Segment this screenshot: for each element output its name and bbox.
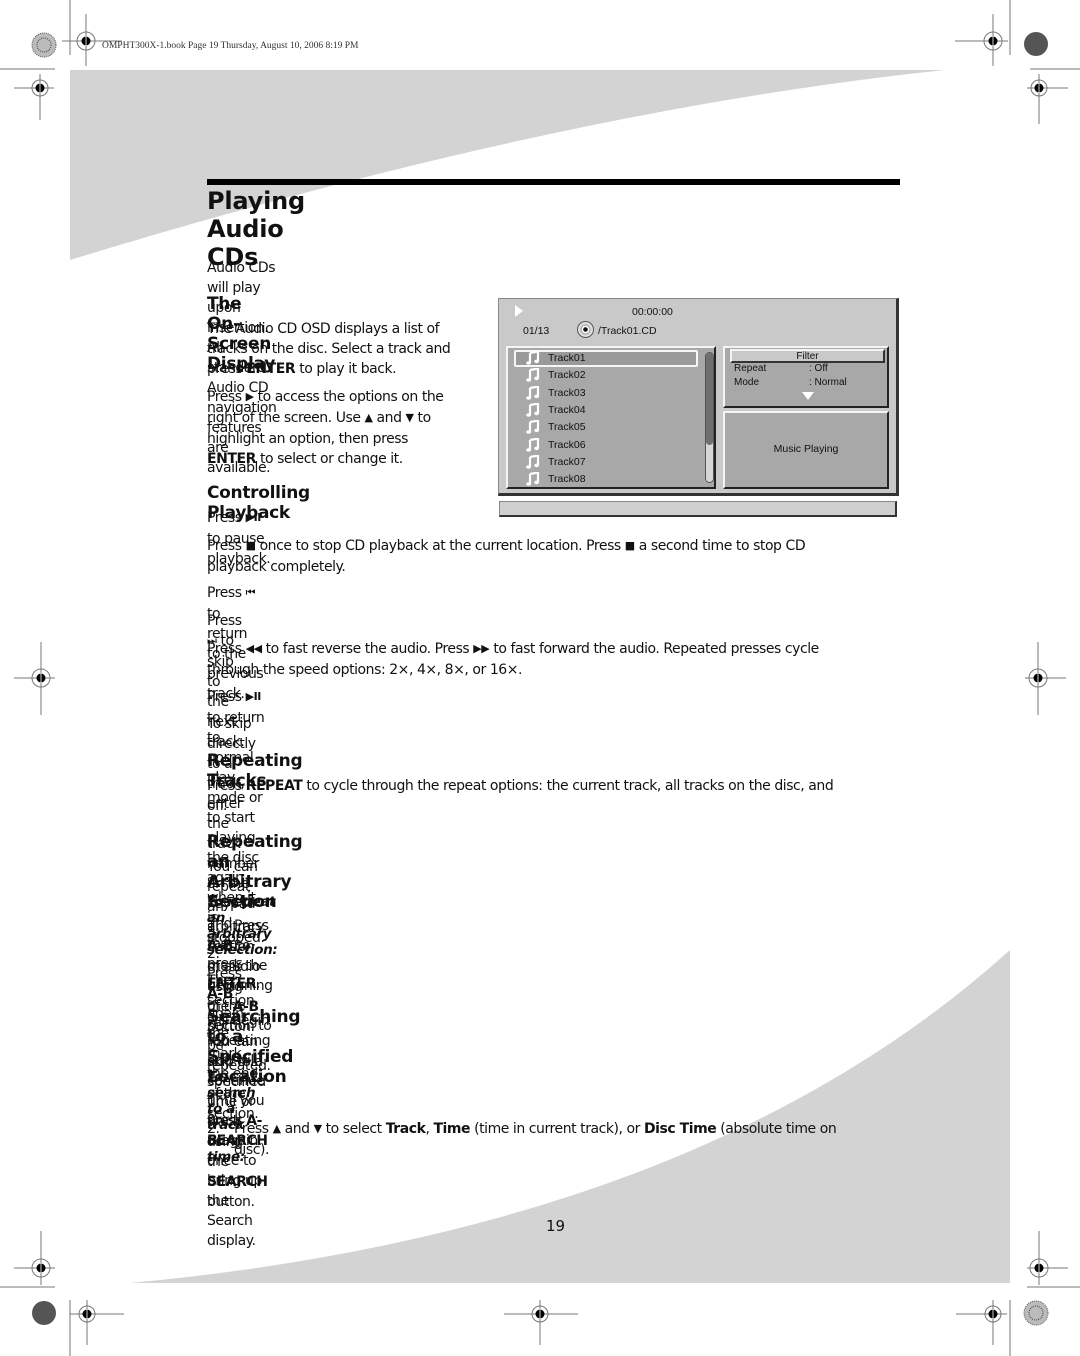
track-list-item[interactable]: Track01 (514, 350, 698, 367)
right-arrow-icon: ▶ (245, 390, 254, 403)
track-name: Track05 (548, 421, 586, 434)
track-name: Track06 (548, 438, 586, 451)
track-list-item[interactable]: Track02 (514, 367, 698, 384)
music-note-icon (526, 436, 540, 452)
osd-screenshot: 00:00:00 01/13 /Track01.CD Track01 Track0… (498, 298, 899, 496)
fast-forward-instruction: Press ◀◀ to fast reverse the audio. Pres… (207, 641, 819, 678)
track-path: /Track01.CD (598, 325, 657, 337)
filter-button[interactable]: Filter (730, 349, 885, 363)
playback-status: Music Playing (723, 411, 889, 489)
search-step-2: 2. Press ▲ and ▼ to select Track, Time (t… (207, 1121, 837, 1158)
play-pause-icon: ▶II (245, 690, 262, 703)
down-arrow-icon: ▼ (313, 1122, 322, 1135)
music-note-icon (526, 453, 540, 469)
fast-forward-icon: ▶▶ (473, 642, 490, 655)
title-rule (207, 179, 900, 185)
repeat-instruction: Press REPEAT to cycle through the repeat… (207, 778, 834, 814)
previous-track-icon: ⏮ (245, 586, 256, 599)
track-name: Track04 (548, 403, 586, 416)
track-list: Track01 Track02 Track03 Track04 Track05 Track… (506, 346, 716, 489)
osd-info-bar (499, 501, 897, 517)
disc-icon (577, 321, 594, 338)
track-list-item[interactable]: Track03 (514, 384, 698, 402)
option-repeat-value[interactable]: : Off (809, 363, 828, 374)
music-note-icon (526, 350, 540, 365)
stop-instruction: Press ■ once to stop CD playback at the … (207, 538, 806, 575)
track-name: Track07 (548, 455, 586, 468)
play-pause-icon: ▶II (245, 511, 262, 524)
option-mode-value[interactable]: : Normal (809, 377, 847, 388)
track-list-item[interactable]: Track07 (514, 453, 698, 471)
book-file-header: OMPHT300X-1.book Page 19 Thursday, Augus… (102, 41, 359, 51)
track-counter: 01/13 (523, 325, 550, 337)
music-note-icon (526, 419, 540, 434)
track-list-item[interactable]: Track04 (514, 402, 698, 419)
up-arrow-icon: ▲ (364, 411, 373, 424)
track-list-item[interactable]: Track06 (514, 436, 698, 454)
track-list-scrollbar[interactable] (705, 352, 714, 483)
track-name: Track01 (548, 352, 586, 364)
music-note-icon (526, 402, 540, 417)
up-arrow-icon: ▲ (272, 1122, 281, 1135)
track-name: Track02 (548, 369, 586, 382)
track-list-item[interactable]: Track05 (514, 419, 698, 436)
music-note-icon (526, 384, 540, 400)
filter-panel: Filter Repeat : Off Mode : Normal (723, 346, 889, 408)
stop-icon: ■ (624, 539, 635, 552)
fast-reverse-icon: ◀◀ (245, 642, 262, 655)
track-list-item[interactable]: Track08 (514, 471, 698, 488)
search-step-1: 1.Press SEARCH once to bring up the Sear… (207, 1093, 268, 1249)
osd-paragraph-2: Press ▶ to access the options on the rig… (207, 389, 444, 467)
track-name: Track03 (548, 386, 586, 399)
music-note-icon (526, 471, 540, 486)
option-repeat-label: Repeat (734, 363, 767, 374)
music-note-icon (526, 367, 540, 383)
play-indicator-icon (515, 305, 523, 317)
option-mode-label: Mode (734, 377, 760, 388)
osd-paragraph-1: The Audio CD OSD displays a list of trac… (207, 321, 451, 377)
scrollbar-thumb[interactable] (706, 353, 713, 445)
down-arrow-icon: ▼ (405, 411, 414, 424)
page-number: 19 (546, 1217, 566, 1235)
elapsed-time: 00:00:00 (632, 306, 673, 318)
stop-icon: ■ (245, 539, 256, 552)
more-options-down-icon[interactable] (802, 392, 814, 400)
track-name: Track08 (548, 473, 586, 486)
